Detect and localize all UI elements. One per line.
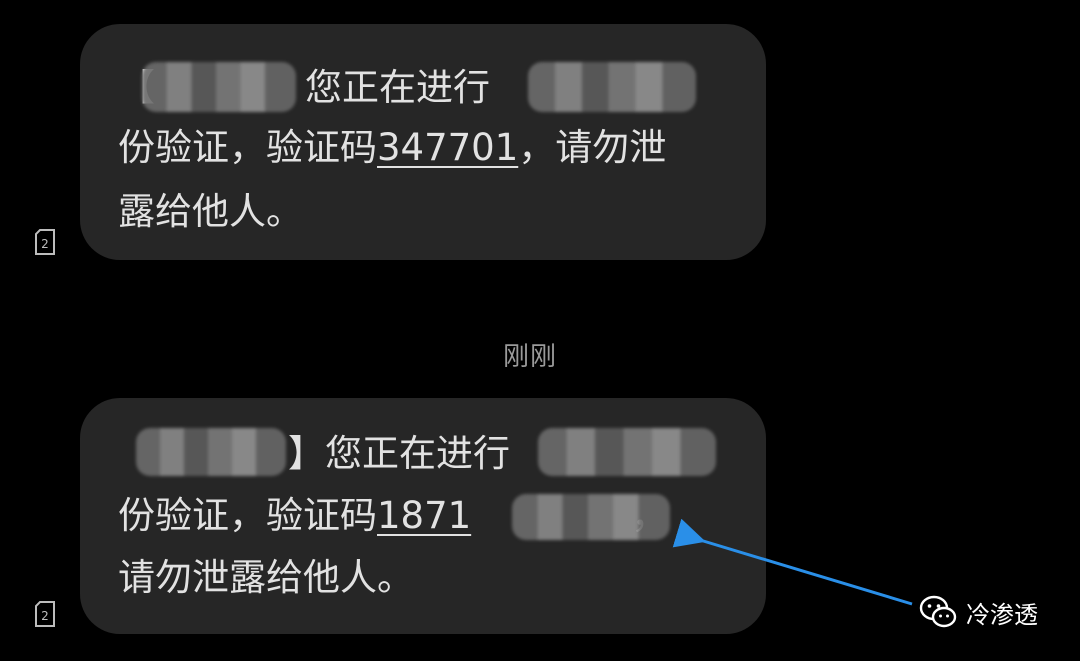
close-bracket: 】 [288, 432, 325, 475]
sim-slot-label: 2 [41, 237, 49, 251]
sim-slot-label: 2 [41, 609, 49, 623]
redacted-service [528, 62, 696, 112]
redacted-code [512, 494, 670, 540]
sim-card-icon: 2 [34, 601, 56, 627]
timestamp: 刚刚 [502, 342, 557, 372]
message-text: 您正在进行 [325, 432, 510, 475]
redacted-sender [142, 62, 296, 112]
verification-code[interactable]: 347701 [377, 126, 518, 169]
message-text: ，请勿泄 [518, 126, 667, 169]
message-text: 份验证，验证码 [118, 126, 377, 169]
sim-card-icon: 2 [34, 229, 56, 255]
sms-bubble[interactable]: 】您正在进行 份验证，验证码1871， 请勿泄露给他人。 [80, 398, 766, 634]
message-text: 份验证，验证码 [118, 494, 377, 537]
message-line: 露给他人。 [118, 190, 303, 233]
message-line: 请勿泄露给他人。 [118, 556, 414, 599]
message-text: 您正在进行 [305, 66, 490, 109]
sms-bubble[interactable]: 【您正在进行 份验证，验证码347701，请勿泄 露给他人。 [80, 24, 766, 260]
redacted-sender [136, 428, 286, 476]
watermark: 冷渗透 [918, 592, 1038, 632]
wechat-icon [919, 595, 957, 628]
message-line: 份验证，验证码347701，请勿泄 [118, 126, 666, 170]
watermark-text: 冷渗透 [966, 600, 1038, 629]
redacted-service [538, 428, 716, 476]
